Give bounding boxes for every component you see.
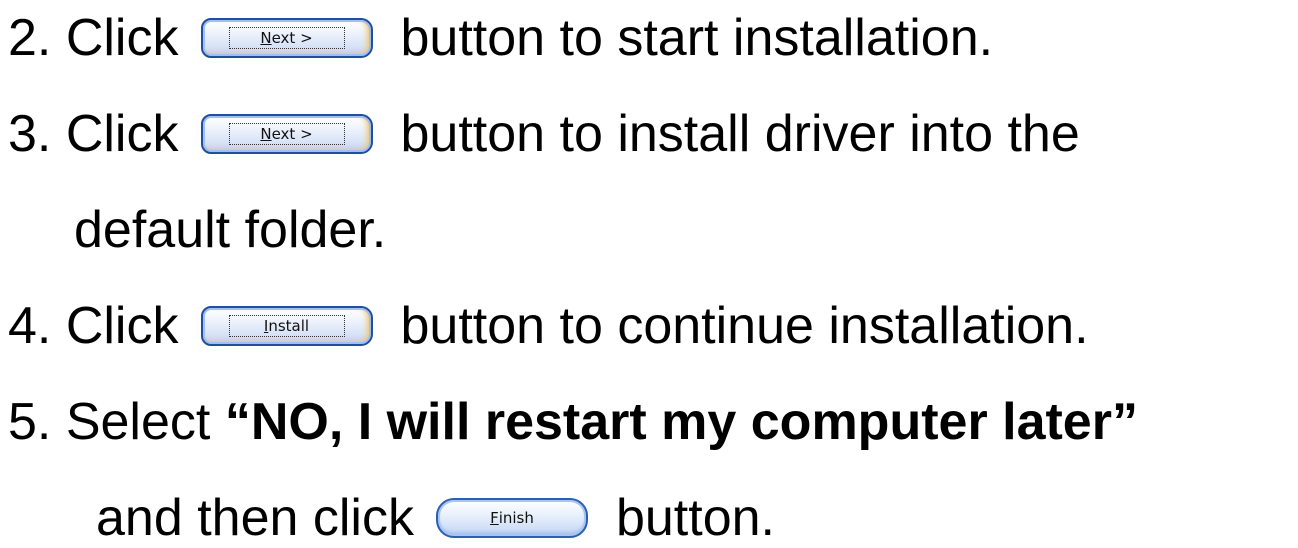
- step-5-continuation: and then click Finish button.: [96, 488, 775, 548]
- step-instruction: button to continue installation.: [400, 297, 1089, 355]
- step-number: 3.: [8, 105, 52, 163]
- install-button-label: nstall: [268, 316, 310, 335]
- next-button-label: ext >: [271, 124, 313, 143]
- step-number: 4.: [8, 297, 52, 355]
- next-button-image: Next >: [200, 18, 373, 59]
- step-5: 5. Select “NO, I will restart my compute…: [8, 392, 1138, 452]
- next-button-mnemonic: N: [260, 124, 272, 143]
- step-number: 2.: [8, 9, 52, 67]
- step-instruction: button to start installation.: [400, 9, 994, 67]
- step-number: 5.: [8, 393, 52, 451]
- step-3-continuation: default folder.: [74, 200, 386, 260]
- step-instruction: button.: [615, 489, 775, 547]
- step-2: 2. Click Next > button to start installati…: [8, 8, 993, 68]
- install-button-image: Install: [200, 306, 373, 347]
- step-instruction: button to install driver into the: [400, 105, 1080, 163]
- step-verb: Click: [65, 9, 179, 67]
- restart-option-text: “NO, I will restart my computer later”: [224, 393, 1138, 451]
- step-instruction-prefix: and then click: [96, 489, 414, 547]
- finish-button-label: inish: [498, 508, 534, 527]
- finish-button-mnemonic: F: [490, 508, 499, 527]
- step-verb: Select: [65, 393, 211, 451]
- step-instruction-continued: default folder.: [74, 201, 387, 259]
- finish-button-image: Finish: [435, 498, 588, 539]
- step-3: 3. Click Next > button to install driver i…: [8, 104, 1080, 164]
- step-verb: Click: [65, 105, 179, 163]
- next-button-label: ext >: [271, 28, 313, 47]
- step-4: 4. Click Install button to continue instal…: [8, 296, 1089, 356]
- next-button-mnemonic: N: [260, 28, 272, 47]
- step-verb: Click: [65, 297, 179, 355]
- next-button-image: Next >: [200, 114, 373, 155]
